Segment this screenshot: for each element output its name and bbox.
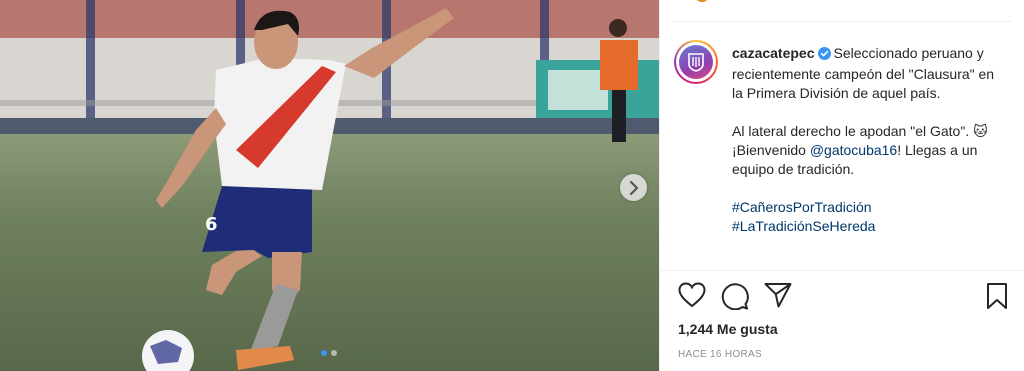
header-avatar-ring: [694, 0, 710, 2]
club-crest-icon: [679, 45, 713, 79]
jersey-number: 6: [205, 214, 218, 235]
like-count[interactable]: 1,244 Me gusta: [678, 321, 778, 337]
caption-welcome: ¡Bienvenido: [732, 142, 810, 158]
panel-header-edge: [672, 0, 1012, 22]
caption-nickname: Al lateral derecho le apodan "el Gato".: [732, 123, 974, 139]
carousel-indicator: [321, 350, 337, 356]
hashtag-link-1[interactable]: #CañerosPorTradición: [732, 199, 872, 215]
share-icon[interactable]: [764, 282, 792, 313]
post-timestamp[interactable]: HACE 16 HORAS: [678, 349, 762, 360]
actions-divider: [660, 270, 1024, 271]
mention-link[interactable]: @gatocuba16: [810, 142, 897, 158]
soccer-player-photo: 6: [0, 0, 659, 371]
post-side-panel: cazacatepec Seleccionado peruano y recien…: [659, 0, 1024, 371]
avatar[interactable]: [674, 40, 718, 84]
post-actions: [676, 282, 1016, 312]
comment-icon[interactable]: [721, 282, 749, 315]
post-caption: cazacatepec Seleccionado peruano y recien…: [732, 44, 1004, 236]
hashtag-link-2[interactable]: #LaTradiciónSeHereda: [732, 218, 875, 234]
heart-icon[interactable]: [678, 282, 706, 313]
verified-badge-icon: [817, 46, 831, 65]
bookmark-icon[interactable]: [986, 282, 1008, 315]
carousel-next-button[interactable]: [620, 174, 647, 201]
chevron-right-icon: [629, 180, 639, 195]
post-photo[interactable]: 6: [0, 0, 659, 371]
carousel-dot-2: [331, 350, 337, 356]
carousel-dot-1: [321, 350, 327, 356]
cat-emoji: 🐱: [973, 123, 988, 139]
username-link[interactable]: cazacatepec: [732, 45, 815, 61]
